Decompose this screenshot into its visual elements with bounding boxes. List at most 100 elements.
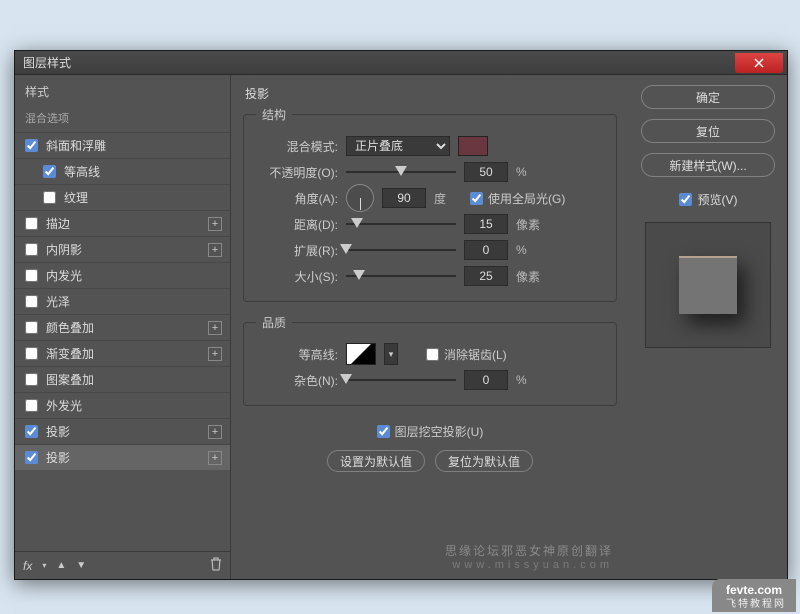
size-input[interactable] <box>464 266 508 286</box>
style-row-0[interactable]: 斜面和浮雕 <box>15 132 230 158</box>
noise-row: 杂色(N): % <box>256 367 604 393</box>
new-style-button[interactable]: 新建样式(W)... <box>641 153 775 177</box>
size-unit: 像素 <box>516 268 544 285</box>
global-light-input[interactable] <box>470 192 483 205</box>
style-list: 斜面和浮雕等高线纹理描边+内阴影+内发光光泽颜色叠加+渐变叠加+图案叠加外发光投… <box>15 132 230 551</box>
style-checkbox[interactable] <box>43 191 56 204</box>
sidebar: 样式 混合选项 斜面和浮雕等高线纹理描边+内阴影+内发光光泽颜色叠加+渐变叠加+… <box>15 75 231 579</box>
style-row-2[interactable]: 纹理 <box>15 184 230 210</box>
structure-group: 结构 混合模式: 正片叠底 不透明度(O): % 角度(A): 度 <box>243 106 617 302</box>
style-checkbox[interactable] <box>25 425 38 438</box>
add-effect-icon[interactable]: + <box>208 217 222 231</box>
style-label: 等高线 <box>64 163 222 180</box>
global-light-checkbox[interactable]: 使用全局光(G) <box>470 190 565 207</box>
style-row-9[interactable]: 图案叠加 <box>15 366 230 392</box>
knockout-input[interactable] <box>377 425 390 438</box>
ok-button[interactable]: 确定 <box>641 85 775 109</box>
angle-dial[interactable] <box>346 184 374 212</box>
preview-input[interactable] <box>679 193 692 206</box>
reset-default-button[interactable]: 复位为默认值 <box>435 450 533 472</box>
style-row-10[interactable]: 外发光 <box>15 392 230 418</box>
preview-checkbox[interactable]: 预览(V) <box>679 191 738 208</box>
sidebar-footer: fx ▾ ▲ ▼ <box>15 551 230 579</box>
antialias-input[interactable] <box>426 348 439 361</box>
size-slider[interactable] <box>346 266 456 286</box>
style-checkbox[interactable] <box>25 451 38 464</box>
style-row-8[interactable]: 渐变叠加+ <box>15 340 230 366</box>
angle-unit: 度 <box>434 190 462 207</box>
quality-legend: 品质 <box>256 314 292 331</box>
contour-picker[interactable] <box>346 343 376 365</box>
move-down-icon[interactable]: ▼ <box>76 560 86 571</box>
shadow-color-swatch[interactable] <box>458 136 488 156</box>
style-row-4[interactable]: 内阴影+ <box>15 236 230 262</box>
noise-unit: % <box>516 373 544 387</box>
fx-chevron-icon[interactable]: ▾ <box>42 561 46 570</box>
watermark: 思缘论坛邪恶女神原创翻译 www.missyuan.com <box>445 542 613 571</box>
style-checkbox[interactable] <box>25 269 38 282</box>
close-button[interactable] <box>735 53 783 73</box>
add-effect-icon[interactable]: + <box>208 425 222 439</box>
contour-label: 等高线: <box>256 346 338 363</box>
opacity-input[interactable] <box>464 162 508 182</box>
opacity-slider[interactable] <box>346 162 456 182</box>
dialog-content: 样式 混合选项 斜面和浮雕等高线纹理描边+内阴影+内发光光泽颜色叠加+渐变叠加+… <box>15 75 787 579</box>
distance-input[interactable] <box>464 214 508 234</box>
knockout-label: 图层挖空投影(U) <box>395 423 484 440</box>
contour-dropdown-icon[interactable]: ▾ <box>384 343 398 365</box>
style-row-1[interactable]: 等高线 <box>15 158 230 184</box>
distance-slider[interactable] <box>346 214 456 234</box>
watermark-line1: 思缘论坛邪恶女神原创翻译 <box>445 542 613 559</box>
add-effect-icon[interactable]: + <box>208 347 222 361</box>
add-effect-icon[interactable]: + <box>208 321 222 335</box>
angle-input[interactable] <box>382 188 426 208</box>
style-row-5[interactable]: 内发光 <box>15 262 230 288</box>
noise-slider[interactable] <box>346 370 456 390</box>
site-logo: fevte.com 飞特教程网 <box>712 579 796 612</box>
distance-row: 距离(D): 像素 <box>256 211 604 237</box>
style-checkbox[interactable] <box>43 165 56 178</box>
dialog-title: 图层样式 <box>23 54 71 71</box>
distance-unit: 像素 <box>516 216 544 233</box>
noise-input[interactable] <box>464 370 508 390</box>
style-row-12[interactable]: 投影+ <box>15 444 230 470</box>
blend-mode-select[interactable]: 正片叠底 <box>346 136 450 156</box>
add-effect-icon[interactable]: + <box>208 243 222 257</box>
main-panel: 投影 结构 混合模式: 正片叠底 不透明度(O): % 角度(A): <box>231 75 629 579</box>
style-checkbox[interactable] <box>25 243 38 256</box>
style-checkbox[interactable] <box>25 321 38 334</box>
antialias-label: 消除锯齿(L) <box>444 346 507 363</box>
trash-icon[interactable] <box>210 557 222 574</box>
layer-style-dialog: 图层样式 样式 混合选项 斜面和浮雕等高线纹理描边+内阴影+内发光光泽颜色叠加+… <box>14 50 788 580</box>
spread-slider[interactable] <box>346 240 456 260</box>
knockout-row: 图层挖空投影(U) <box>243 418 617 444</box>
style-checkbox[interactable] <box>25 347 38 360</box>
antialias-checkbox[interactable]: 消除锯齿(L) <box>426 346 507 363</box>
blend-mode-row: 混合模式: 正片叠底 <box>256 133 604 159</box>
spread-input[interactable] <box>464 240 508 260</box>
style-row-3[interactable]: 描边+ <box>15 210 230 236</box>
angle-label: 角度(A): <box>256 190 338 207</box>
fx-menu[interactable]: fx <box>23 559 32 573</box>
move-up-icon[interactable]: ▲ <box>56 560 66 571</box>
style-row-7[interactable]: 颜色叠加+ <box>15 314 230 340</box>
style-label: 颜色叠加 <box>46 319 208 336</box>
style-checkbox[interactable] <box>25 373 38 386</box>
close-icon <box>754 58 764 68</box>
preview-swatch <box>679 256 737 314</box>
spread-label: 扩展(R): <box>256 242 338 259</box>
knockout-checkbox[interactable]: 图层挖空投影(U) <box>377 423 484 440</box>
style-checkbox[interactable] <box>25 399 38 412</box>
style-label: 描边 <box>46 215 208 232</box>
size-row: 大小(S): 像素 <box>256 263 604 289</box>
add-effect-icon[interactable]: + <box>208 451 222 465</box>
make-default-button[interactable]: 设置为默认值 <box>327 450 425 472</box>
style-row-11[interactable]: 投影+ <box>15 418 230 444</box>
style-row-6[interactable]: 光泽 <box>15 288 230 314</box>
sidebar-subheader[interactable]: 混合选项 <box>15 106 230 132</box>
style-label: 内阴影 <box>46 241 208 258</box>
style-checkbox[interactable] <box>25 139 38 152</box>
style-checkbox[interactable] <box>25 295 38 308</box>
style-checkbox[interactable] <box>25 217 38 230</box>
cancel-button[interactable]: 复位 <box>641 119 775 143</box>
